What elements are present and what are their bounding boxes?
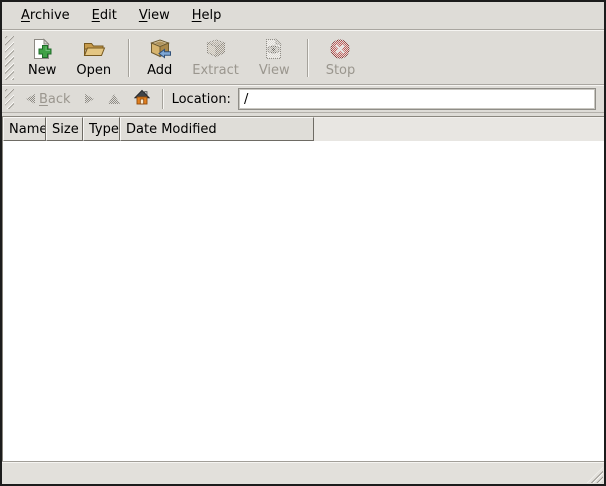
menu-view-label: View	[139, 8, 170, 23]
toolbar-separator	[307, 39, 309, 77]
toolbar-grip-handle[interactable]	[5, 36, 14, 80]
extract-icon	[204, 37, 228, 61]
menu-archive-label: Archive	[21, 8, 70, 23]
add-files-icon	[148, 37, 172, 61]
archive-manager-window: Archive Edit View Help New	[0, 0, 606, 486]
status-bar	[2, 461, 604, 484]
resize-grip[interactable]	[587, 467, 603, 483]
menu-bar: Archive Edit View Help	[2, 2, 604, 30]
new-button[interactable]: New	[18, 33, 66, 82]
menu-view[interactable]: View	[128, 2, 181, 29]
extract-button: Extract	[182, 33, 249, 82]
column-header-type[interactable]: Type	[83, 117, 120, 141]
new-archive-icon	[30, 37, 54, 61]
file-list-area[interactable]	[3, 141, 604, 461]
menu-edit-label: Edit	[92, 8, 117, 23]
column-header-name[interactable]: Name	[3, 117, 46, 141]
location-bar: Back Location:	[2, 85, 604, 113]
toolbar-separator	[128, 39, 130, 77]
extract-button-label: Extract	[192, 63, 239, 78]
location-label: Location:	[172, 92, 231, 107]
main-toolbar: New Open Add	[2, 30, 604, 85]
back-arrow-icon	[26, 94, 35, 104]
menu-help-label: Help	[192, 8, 222, 23]
back-button: Back	[19, 89, 78, 110]
file-list-pane: Name Size Type Date Modified	[2, 116, 604, 461]
add-button[interactable]: Add	[137, 33, 182, 82]
view-button: View	[249, 33, 300, 82]
add-button-label: Add	[147, 63, 172, 78]
open-button-label: Open	[76, 63, 111, 78]
view-file-icon	[262, 37, 286, 61]
open-archive-icon	[82, 37, 106, 61]
stop-button: Stop	[316, 33, 366, 82]
forward-button	[78, 91, 101, 107]
menu-archive[interactable]: Archive	[10, 2, 81, 29]
stop-icon	[328, 37, 352, 61]
column-header-filler	[314, 117, 604, 141]
home-icon	[134, 89, 150, 109]
new-button-label: New	[28, 63, 56, 78]
forward-arrow-icon	[85, 94, 94, 104]
menu-edit[interactable]: Edit	[81, 2, 128, 29]
menu-help[interactable]: Help	[181, 2, 233, 29]
view-button-label: View	[259, 63, 290, 78]
up-button	[101, 91, 127, 107]
up-arrow-icon	[108, 94, 120, 104]
column-header-date-modified[interactable]: Date Modified	[120, 117, 314, 141]
back-button-label: Back	[39, 92, 71, 107]
file-list-header-row: Name Size Type Date Modified	[3, 117, 604, 141]
location-bar-separator	[162, 89, 164, 109]
open-button[interactable]: Open	[66, 33, 121, 82]
stop-button-label: Stop	[326, 63, 356, 78]
column-header-size[interactable]: Size	[46, 117, 83, 141]
location-bar-grip-handle[interactable]	[5, 89, 14, 109]
home-button[interactable]	[127, 86, 157, 112]
location-input[interactable]	[238, 88, 596, 110]
